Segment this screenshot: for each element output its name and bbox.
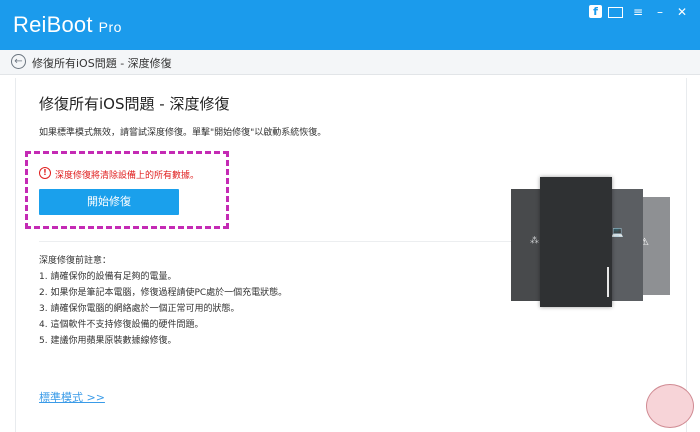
notes-list: 深度修復前註意： 1. 請確保你的設備有足夠的電量。 2. 如果你是筆記本電腦，…: [39, 253, 287, 349]
cable-icon: [607, 267, 609, 297]
note-item: 2. 如果你是筆記本電腦，修復過程請使PC處於一個充電狀態。: [39, 288, 288, 298]
back-arrow-icon[interactable]: ←: [11, 54, 26, 69]
spinner-icon: ⁂: [530, 236, 539, 246]
standard-mode-link[interactable]: 標準模式 >>: [39, 389, 105, 405]
minimize-icon[interactable]: –: [652, 4, 668, 20]
note-item: 4. 這個軟件不支持修復設備的硬件問題。: [39, 320, 204, 330]
notes-title: 深度修復前註意：: [39, 256, 112, 266]
title-bar: ReiBoot Pro f ≡ – ✕: [0, 0, 700, 50]
note-item: 5. 建議你用蘋果原裝數據線修復。: [39, 336, 177, 346]
mascot-watermark: [646, 384, 694, 428]
breadcrumb: 修復所有iOS問題 - 深度修復: [32, 57, 172, 70]
menu-icon[interactable]: ≡: [630, 4, 646, 20]
window-controls: f ≡ – ✕: [589, 4, 690, 20]
warning-icon: !: [39, 167, 51, 179]
page-title: 修復所有iOS問題 - 深度修復: [39, 95, 230, 113]
app-name: ReiBoot: [13, 12, 93, 37]
device-illustration: ⚠ 💻 ⁂: [508, 177, 670, 307]
laptop-icon: 💻: [611, 227, 624, 238]
app-logo: ReiBoot Pro: [13, 12, 122, 38]
start-repair-button[interactable]: 開始修復: [39, 189, 179, 215]
close-icon[interactable]: ✕: [674, 4, 690, 20]
app-edition: Pro: [98, 19, 122, 35]
phone-screen: [540, 177, 612, 307]
note-item: 3. 請確保你電腦的網絡處於一個正常可用的狀態。: [39, 304, 240, 314]
mail-button[interactable]: [608, 4, 624, 20]
mail-icon: [608, 7, 623, 18]
warning-text: 深度修復將清除設備上的所有數據。: [55, 171, 200, 181]
page-description: 如果標準模式無效，請嘗試深度修復。單擊"開始修復"以啟動系統恢復。: [39, 128, 327, 138]
note-item: 1. 請確保你的設備有足夠的電量。: [39, 272, 177, 282]
facebook-icon[interactable]: f: [589, 5, 602, 18]
